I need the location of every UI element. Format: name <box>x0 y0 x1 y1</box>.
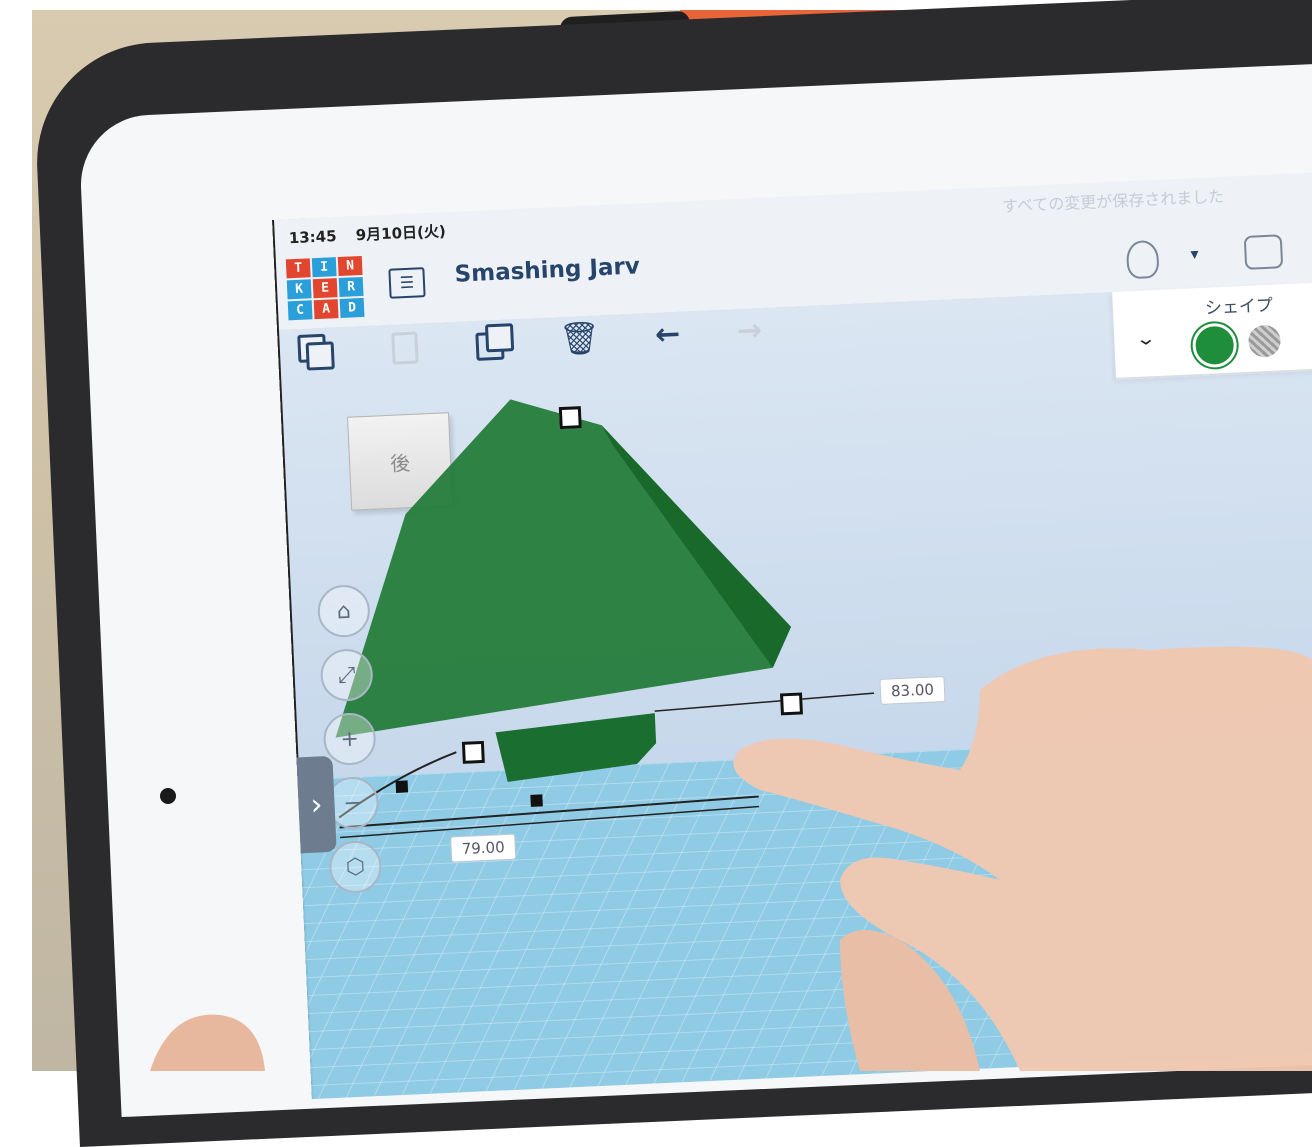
dimension-line-1 <box>339 795 759 829</box>
side-panel-tab[interactable]: › <box>296 755 337 854</box>
fit-icon: ⤢ <box>337 662 357 688</box>
cube-icon: ⬡ <box>345 853 366 880</box>
length-dimension-label[interactable]: 79.00 <box>450 833 517 863</box>
corner-handle-right[interactable] <box>779 692 803 716</box>
home-icon: ⌂ <box>336 598 352 624</box>
dimension-line-3 <box>654 692 875 712</box>
chevron-right-icon: › <box>309 786 324 823</box>
width-dimension-label[interactable]: 83.00 <box>879 675 946 705</box>
height-handle[interactable] <box>558 406 582 430</box>
green-shape-base <box>495 713 657 782</box>
tinkercad-screen: 13:45 9月10日(火) すべての変更が保存されました TINKERCAD … <box>272 169 1312 1100</box>
minus-icon: − <box>342 790 363 816</box>
side-handle-bottom[interactable] <box>530 794 543 807</box>
corner-handle-left[interactable] <box>461 740 485 764</box>
camera-dot <box>160 788 176 804</box>
side-handle-left[interactable] <box>395 780 409 793</box>
plus-icon: + <box>339 726 360 752</box>
green-shape-svg <box>335 399 875 839</box>
